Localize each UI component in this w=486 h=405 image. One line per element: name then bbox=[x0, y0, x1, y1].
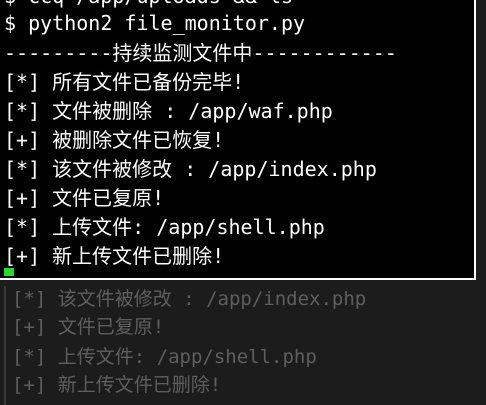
terminal-window[interactable]: $ ccq /app/uploads && ls $ python2 file_… bbox=[0, 0, 476, 280]
output-line: [+] 新上传文件已删除! bbox=[4, 244, 225, 268]
screenshot: $ ccq /app/uploads && ls $ python2 file_… bbox=[0, 0, 486, 405]
echo-line: [+] 新上传文件已删除! bbox=[12, 374, 222, 396]
command-line[interactable]: $ python2 file_monitor.py bbox=[4, 11, 305, 35]
output-line: [*] 所有文件已备份完毕! bbox=[4, 70, 245, 94]
partial-previous-line: $ ccq /app/uploads && ls bbox=[4, 0, 293, 8]
output-line: [*] 该文件被修改 : /app/index.php bbox=[4, 157, 377, 181]
prompt-symbol: $ bbox=[4, 11, 17, 35]
echo-line: [+] 文件已复原! bbox=[12, 316, 165, 338]
output-line: [*] 上传文件: /app/shell.php bbox=[4, 215, 325, 239]
echo-line: [*] 上传文件: /app/shell.php bbox=[12, 346, 317, 368]
echo-line: [*] 该文件被修改 : /app/index.php bbox=[12, 288, 367, 310]
command-text: python2 file_monitor.py bbox=[28, 11, 306, 35]
output-line: [+] 被删除文件已恢复! bbox=[4, 128, 225, 152]
monitor-banner: ---------持续监测文件中------------ bbox=[4, 41, 397, 65]
output-line: [*] 文件被删除 : /app/waf.php bbox=[4, 99, 333, 123]
echo-divider bbox=[4, 286, 6, 405]
terminal-cursor bbox=[4, 268, 14, 276]
output-line: [+] 文件已复原! bbox=[4, 186, 165, 210]
